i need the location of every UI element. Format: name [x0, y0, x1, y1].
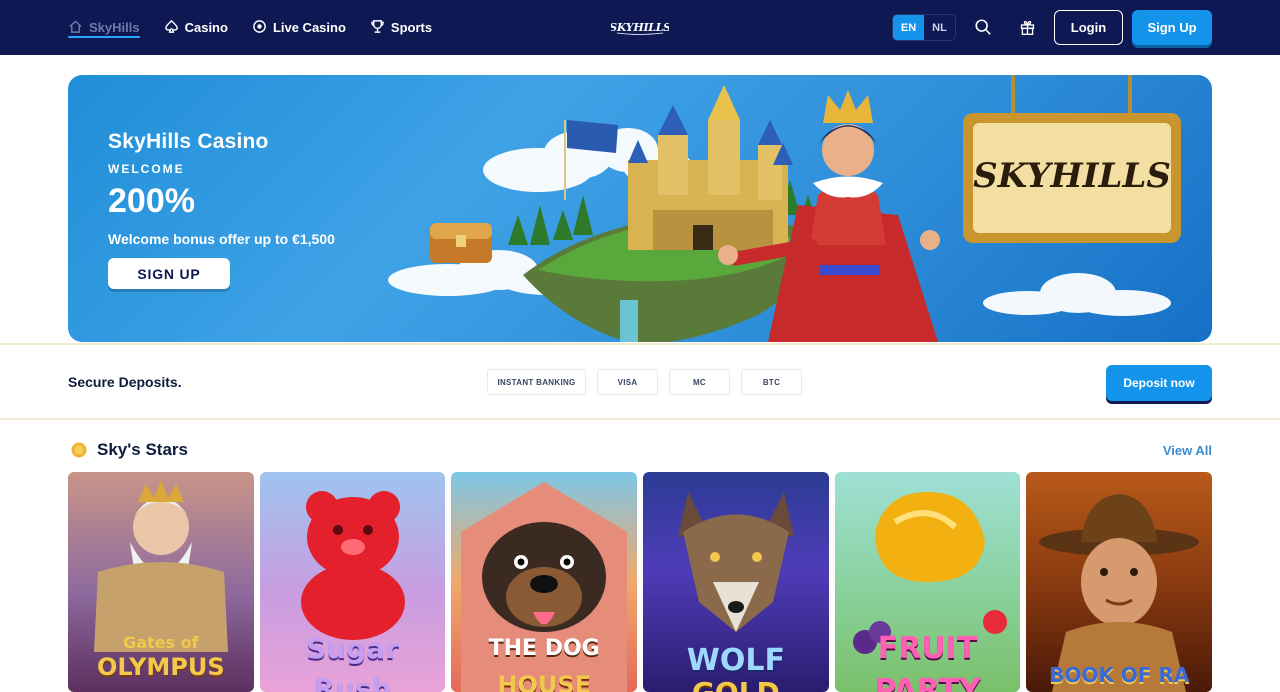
sun-icon — [71, 442, 87, 458]
spade-icon — [164, 19, 179, 37]
section-title: Sky's Stars — [97, 440, 188, 459]
sign-text: SKYHILLS — [973, 156, 1171, 196]
game-card-gates-of-olympus[interactable]: Gates of OLYMPUS — [68, 472, 254, 692]
skyhills-logo[interactable]: SKYHILLS — [609, 18, 671, 36]
main-nav: SkyHills Casino Live Casino Sports — [68, 0, 432, 55]
nav-label: Sports — [390, 20, 433, 35]
nav-label: SkyHills — [89, 20, 140, 35]
hero-text-block: SkyHills Casino WELCOME 200% Welcome bon… — [108, 130, 335, 247]
nav-item-casino[interactable]: Casino — [164, 0, 228, 55]
skys-stars-header: Sky's Stars View All — [68, 438, 1212, 462]
payment-mc: MC — [669, 369, 730, 395]
gift-icon[interactable] — [1016, 16, 1038, 38]
game-card-fruit-party[interactable]: FRUIT PARTY — [834, 472, 1021, 692]
signup-button[interactable]: Sign Up — [1132, 10, 1212, 45]
game-art — [1039, 494, 1200, 692]
game-title-line2: PARTY — [874, 673, 981, 692]
game-card-sugar-rush[interactable]: Sugar Rush — [259, 472, 446, 692]
top-header: SkyHills Casino Live Casino Sports SKYHI… — [0, 0, 1280, 55]
lang-nl[interactable]: NL — [924, 15, 955, 40]
game-card-wolf-gold[interactable]: WOLF GOLD — [643, 472, 829, 692]
hero-title: SkyHills Casino — [108, 130, 269, 153]
games-row: Gates of OLYMPUS Sugar Rush THE DOG HOUS… — [68, 472, 1213, 692]
hero-signup-button[interactable]: SIGN UP — [108, 258, 230, 289]
game-title-line1: BOOK OF RA — [1049, 663, 1190, 687]
game-title-line1: Sugar — [306, 632, 399, 665]
deposit-now-button[interactable]: Deposit now — [1106, 365, 1212, 401]
payment-btc: BTC — [741, 369, 802, 395]
nav-label: Casino — [184, 20, 228, 35]
nav-item-skyhills[interactable]: SkyHills — [68, 0, 140, 55]
language-switcher: EN NL — [892, 14, 956, 41]
view-all-link[interactable]: View All — [1163, 443, 1212, 458]
home-icon — [68, 19, 83, 37]
payment-visa: VISA — [597, 369, 658, 395]
game-card-book-of-ra[interactable]: BOOK OF RA — [1026, 472, 1213, 692]
game-card-the-dog-house[interactable]: THE DOG HOUSE — [451, 472, 638, 692]
payment-methods: INSTANT BANKING VISA MC BTC — [487, 369, 802, 395]
payment-instant-banking: INSTANT BANKING — [487, 369, 586, 395]
nav-item-live-casino[interactable]: Live Casino — [252, 0, 346, 55]
nav-label: Live Casino — [272, 20, 346, 35]
login-button[interactable]: Login — [1054, 10, 1123, 45]
deposits-label: Secure Deposits. — [68, 374, 182, 390]
game-title-line2: OLYMPUS — [97, 653, 225, 681]
game-title-line1: WOLF — [686, 643, 785, 678]
hero-banner[interactable]: SKYHILLS SkyHills Casino WELCOME 200% We… — [68, 75, 1212, 342]
game-title-line1: THE DOG — [488, 636, 600, 661]
chip-icon — [252, 19, 267, 37]
svg-text:SKYHILLS: SKYHILLS — [611, 21, 669, 34]
search-icon[interactable] — [972, 16, 994, 38]
game-title-line2: HOUSE — [497, 671, 591, 692]
hero-subtitle: WELCOME — [108, 162, 185, 176]
hero-offer: Welcome bonus offer up to €1,500 — [108, 231, 335, 247]
game-title-line1: FRUIT — [877, 631, 978, 666]
game-title-line2: Rush — [313, 672, 392, 692]
lang-en[interactable]: EN — [893, 15, 924, 40]
trophy-icon — [370, 19, 385, 37]
nav-item-sports[interactable]: Sports — [370, 0, 432, 55]
secure-deposits-band: Secure Deposits. INSTANT BANKING VISA MC… — [0, 343, 1280, 420]
game-title-line2: GOLD — [643, 679, 829, 692]
hero-percent: 200% — [108, 182, 195, 220]
